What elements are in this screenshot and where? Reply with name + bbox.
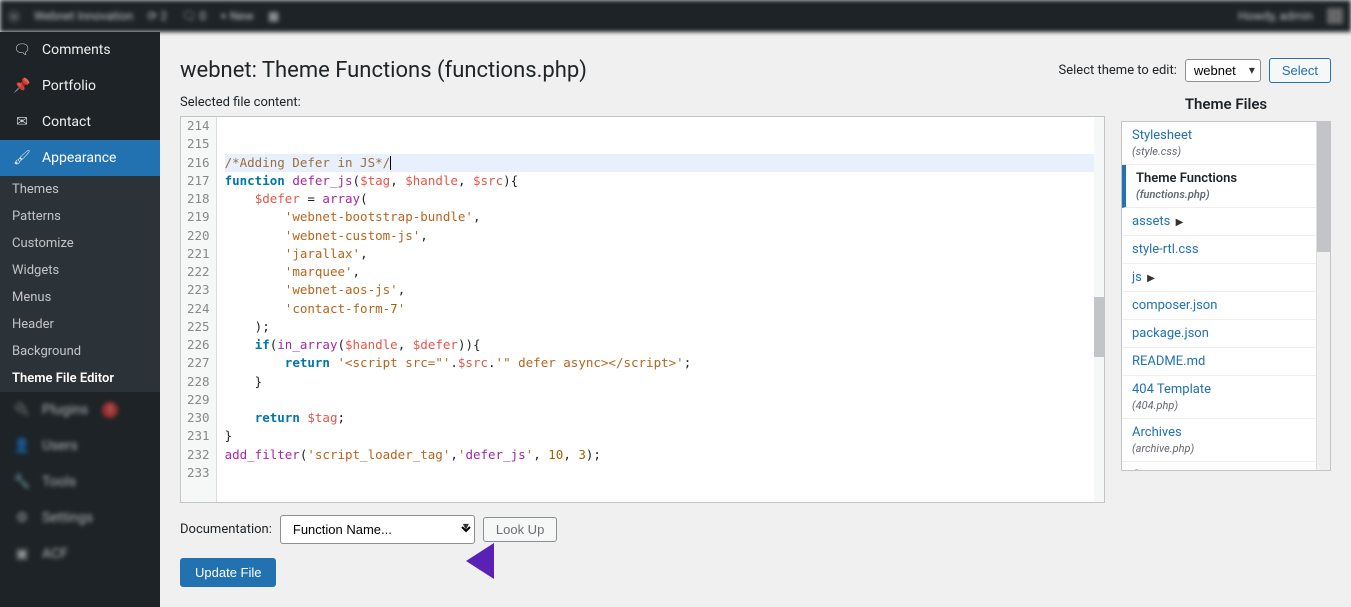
menu-tools[interactable]: 🔧 Tools [0, 464, 160, 500]
submenu-header[interactable]: Header [0, 311, 160, 338]
code-area[interactable]: /*Adding Defer in JS*/function defer_js(… [217, 117, 1104, 502]
submenu-customize[interactable]: Customize [0, 230, 160, 257]
file-item[interactable]: package.json [1122, 320, 1330, 348]
plug-icon: 🔌 [12, 400, 32, 420]
submenu-background[interactable]: Background [0, 338, 160, 365]
lookup-button[interactable]: Look Up [483, 517, 557, 542]
comments-icon[interactable]: 🗨 0 [181, 9, 206, 23]
plugins-badge: 1 [102, 402, 118, 418]
gear-icon: ⚙ [12, 508, 32, 528]
submenu-themes[interactable]: Themes [0, 176, 160, 203]
submenu-appearance: Themes Patterns Customize Widgets Menus … [0, 176, 160, 392]
file-item[interactable]: js ▶ [1122, 264, 1330, 292]
admin-sidebar: 🗨 Comments 📌 Portfolio ✉ Contact 🖌 Appea… [0, 32, 160, 607]
menu-label: Plugins [42, 402, 88, 418]
gutter: 2142152162172182192202212222232242252262… [181, 117, 217, 502]
documentation-row: Documentation: Function Name... Look Up [180, 515, 1105, 544]
selected-file-label: Selected file content: [180, 95, 1105, 110]
file-item[interactable]: Archives(archive.php) [1122, 419, 1330, 462]
code-editor[interactable]: 2142152162172182192202212222232242252262… [180, 116, 1105, 503]
extra-icon[interactable]: ▦ [268, 9, 279, 23]
files-scrollbar[interactable] [1316, 122, 1330, 470]
menu-portfolio[interactable]: 📌 Portfolio [0, 68, 160, 104]
file-item[interactable]: 404 Template(404.php) [1122, 376, 1330, 419]
file-item[interactable]: composer.json [1122, 292, 1330, 320]
file-item[interactable]: Comments [1122, 462, 1330, 471]
avatar[interactable] [1327, 8, 1343, 24]
file-item[interactable]: Stylesheet(style.css) [1122, 122, 1330, 165]
file-item[interactable]: style-rtl.css [1122, 236, 1330, 264]
menu-label: Settings [42, 510, 93, 526]
menu-users[interactable]: 👤 Users [0, 428, 160, 464]
main-content: webnet: Theme Functions (functions.php) … [160, 32, 1351, 607]
site-name[interactable]: Webnet Innovation [34, 9, 133, 23]
brush-icon: 🖌 [12, 148, 32, 168]
menu-label: Contact [42, 114, 91, 130]
files-scrollbar-thumb[interactable] [1317, 122, 1331, 252]
menu-settings[interactable]: ⚙ Settings [0, 500, 160, 536]
menu-label: Portfolio [42, 78, 96, 94]
theme-select[interactable]: webnet [1185, 59, 1261, 82]
submenu-menus[interactable]: Menus [0, 284, 160, 311]
annotation-arrow [448, 543, 494, 579]
comments-icon: 🗨 [12, 40, 32, 60]
menu-label: Tools [42, 474, 76, 490]
acf-icon: ▣ [12, 544, 32, 564]
new-content[interactable]: + New [220, 9, 254, 23]
page-title: webnet: Theme Functions (functions.php) [180, 58, 587, 83]
user-icon: 👤 [12, 436, 32, 456]
menu-label: ACF [42, 546, 68, 562]
howdy[interactable]: Howdy, admin [1238, 9, 1313, 23]
theme-files-list: Stylesheet(style.css)Theme Functions(fun… [1121, 121, 1331, 471]
menu-label: Appearance [42, 150, 116, 166]
submenu-theme-file-editor[interactable]: Theme File Editor [0, 365, 160, 392]
documentation-label: Documentation: [180, 522, 272, 537]
editor-scrollbar-thumb[interactable] [1094, 297, 1104, 357]
updates-icon[interactable]: ⟳ 2 [147, 9, 167, 23]
wrench-icon: 🔧 [12, 472, 32, 492]
menu-label: Users [42, 438, 78, 454]
menu-acf[interactable]: ▣ ACF [0, 536, 160, 572]
select-button[interactable]: Select [1269, 58, 1331, 83]
file-item[interactable]: Theme Functions(functions.php) [1122, 165, 1330, 208]
pin-icon: 📌 [12, 76, 32, 96]
file-item[interactable]: assets ▶ [1122, 208, 1330, 236]
select-theme-label: Select theme to edit: [1059, 63, 1177, 78]
function-name-select[interactable]: Function Name... [280, 515, 475, 544]
admin-bar: ⓦ Webnet Innovation ⟳ 2 🗨 0 + New ▦ Howd… [0, 0, 1351, 32]
submenu-widgets[interactable]: Widgets [0, 257, 160, 284]
theme-select-row: Select theme to edit: webnet Select [1059, 58, 1331, 83]
mail-icon: ✉ [12, 112, 32, 132]
update-file-button[interactable]: Update File [180, 558, 276, 587]
editor-scrollbar[interactable] [1094, 117, 1104, 502]
menu-comments[interactable]: 🗨 Comments [0, 32, 160, 68]
theme-files-heading: Theme Files [1121, 95, 1331, 113]
wp-logo-icon[interactable]: ⓦ [8, 8, 20, 25]
submenu-patterns[interactable]: Patterns [0, 203, 160, 230]
menu-appearance[interactable]: 🖌 Appearance [0, 140, 160, 176]
menu-label: Comments [42, 42, 111, 58]
file-item[interactable]: README.md [1122, 348, 1330, 376]
menu-plugins[interactable]: 🔌 Plugins 1 [0, 392, 160, 428]
menu-contact[interactable]: ✉ Contact [0, 104, 160, 140]
